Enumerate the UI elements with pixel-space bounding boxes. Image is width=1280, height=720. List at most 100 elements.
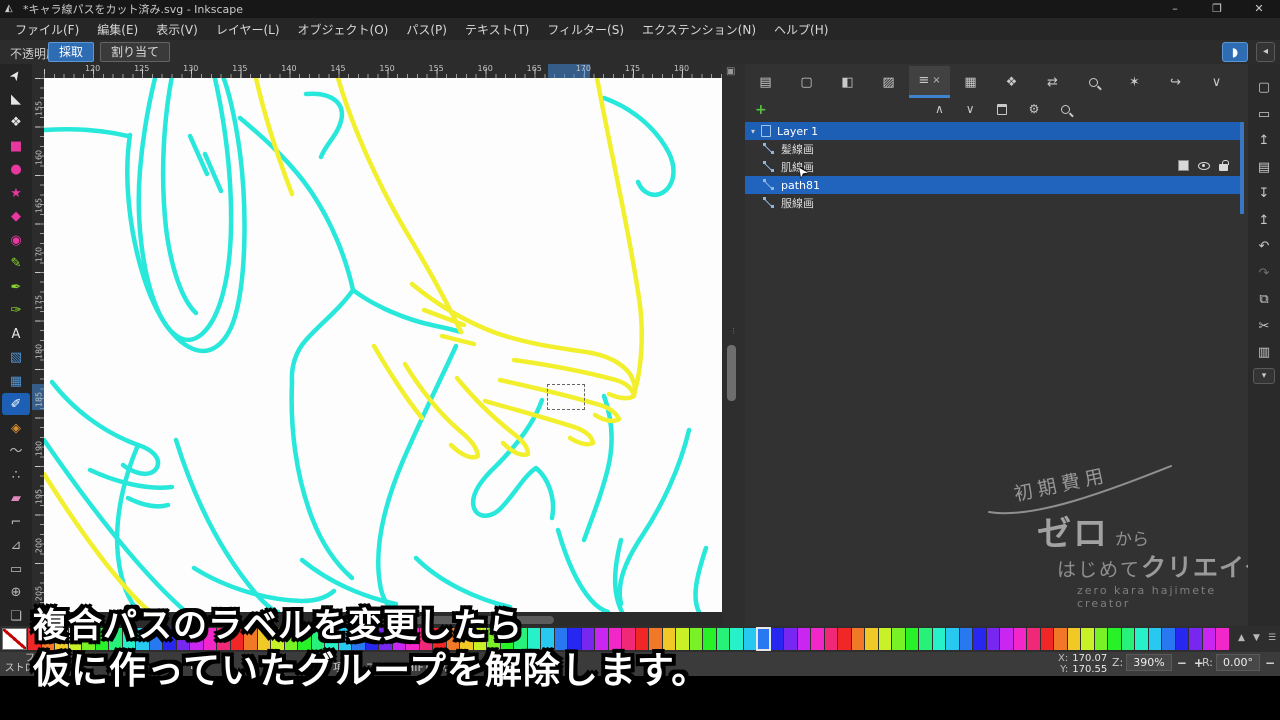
palette-swatch[interactable] <box>1027 628 1040 650</box>
rectangle-tool[interactable]: ■ <box>2 135 30 157</box>
palette-swatch[interactable] <box>851 628 864 650</box>
palette-swatch[interactable] <box>1054 628 1067 650</box>
palette-swatch[interactable] <box>905 628 918 650</box>
menu-item-テキスト[interactable]: テキスト(T) <box>456 19 538 40</box>
palette-swatch[interactable] <box>1175 628 1188 650</box>
cut-icon[interactable]: ✂ <box>1248 315 1280 339</box>
paste-icon[interactable]: ▥ <box>1248 341 1280 365</box>
shape-builder-tool[interactable]: ❖ <box>2 111 30 133</box>
tab-swatches[interactable]: ▦ <box>950 66 991 98</box>
canvas[interactable] <box>44 78 722 612</box>
layers-search-button[interactable] <box>1061 104 1071 114</box>
tab-symbols[interactable]: ✶ <box>1114 66 1155 98</box>
ellipse-tool[interactable]: ● <box>2 158 30 180</box>
palette-swatch[interactable] <box>878 628 891 650</box>
minimize-button[interactable]: – <box>1154 0 1196 18</box>
menu-item-フィルター[interactable]: フィルター(S) <box>538 19 633 40</box>
palette-swatch[interactable] <box>973 628 986 650</box>
snap-collapse-button[interactable]: ◂ <box>1256 42 1275 62</box>
tab-transform[interactable]: ⇄ <box>1032 66 1073 98</box>
dropper-tool[interactable]: ✐ <box>2 393 30 415</box>
horizontal-ruler[interactable]: 1201251301351401451501551601651701751801… <box>44 64 722 78</box>
palette-swatch[interactable] <box>1189 628 1202 650</box>
bucket-fill-tool[interactable]: ◈ <box>2 417 30 439</box>
spray-tool[interactable]: ∴ <box>2 464 30 486</box>
palette-swatch[interactable] <box>811 628 824 650</box>
eraser-tool[interactable]: ▰ <box>2 487 30 509</box>
tab-align[interactable]: ▤ <box>745 66 786 98</box>
palette-swatch[interactable] <box>716 628 729 650</box>
close-button[interactable]: ✕ <box>1238 0 1280 18</box>
tab-document-properties[interactable]: ▢ <box>786 66 827 98</box>
palette-swatch[interactable] <box>1135 628 1148 650</box>
lower-layer-button[interactable]: ∨ <box>966 102 975 116</box>
import-icon[interactable]: ↧ <box>1248 182 1280 206</box>
palette-scroll-down[interactable]: ▼ <box>1253 633 1260 643</box>
layers-list-scrollbar[interactable] <box>1240 122 1244 214</box>
gradient-tool[interactable]: ▧ <box>2 346 30 368</box>
palette-swatch[interactable] <box>919 628 932 650</box>
menu-item-エクステンション[interactable]: エクステンション(N) <box>633 19 765 40</box>
palette-swatch[interactable] <box>1108 628 1121 650</box>
print-icon[interactable]: ▤ <box>1248 156 1280 180</box>
page-tool[interactable]: ▭ <box>2 558 30 580</box>
export-icon[interactable]: ↥ <box>1248 209 1280 233</box>
box-3d-tool[interactable]: ◆ <box>2 205 30 227</box>
palette-swatch[interactable] <box>838 628 851 650</box>
layer-row-服線画[interactable]: 服線画 <box>745 194 1242 212</box>
save-icon[interactable]: ↥ <box>1248 129 1280 153</box>
palette-swatch[interactable] <box>1013 628 1026 650</box>
pencil-tool[interactable]: ✎ <box>2 252 30 274</box>
palette-swatch[interactable] <box>1000 628 1013 650</box>
tab-objects[interactable]: ❖ <box>991 66 1032 98</box>
palette-swatch[interactable] <box>743 628 756 650</box>
spiral-tool[interactable]: ◉ <box>2 229 30 251</box>
scroll-grip-icon[interactable]: ⋮ <box>730 328 737 335</box>
palette-swatch[interactable] <box>865 628 878 650</box>
menu-item-表示[interactable]: 表示(V) <box>147 19 207 40</box>
palette-swatch[interactable] <box>932 628 945 650</box>
pages-tool[interactable]: ❏ <box>2 605 30 627</box>
palette-swatch[interactable] <box>1162 628 1175 650</box>
undo-icon[interactable]: ↶ <box>1248 235 1280 259</box>
palette-swatch[interactable] <box>1081 628 1094 650</box>
measure-tool[interactable]: ⊿ <box>2 534 30 556</box>
palette-swatch[interactable] <box>1067 628 1080 650</box>
raise-layer-button[interactable]: ∧ <box>935 102 944 116</box>
palette-swatch[interactable] <box>784 628 797 650</box>
visibility-eye-icon[interactable] <box>1198 161 1210 170</box>
palette-swatch[interactable] <box>770 628 783 650</box>
palette-swatch[interactable] <box>1121 628 1134 650</box>
dropper-assign-button[interactable]: 割り当て <box>100 42 171 62</box>
calligraphy-tool[interactable]: ✑ <box>2 299 30 321</box>
mesh-gradient-tool[interactable]: ▦ <box>2 370 30 392</box>
layer-row-Layer 1[interactable]: ▾ Layer 1 <box>745 122 1242 140</box>
zoom-tool[interactable]: ⊕ <box>2 581 30 603</box>
vscroll-thumb[interactable] <box>727 345 736 401</box>
menu-item-ヘルプ[interactable]: ヘルプ(H) <box>765 19 837 40</box>
palette-swatch[interactable] <box>756 627 771 651</box>
tweak-tool[interactable]: 〜 <box>2 440 30 462</box>
palette-swatch[interactable] <box>946 628 959 650</box>
connector-tool[interactable]: ⌐ <box>2 511 30 533</box>
palette-swatch[interactable] <box>1040 628 1053 650</box>
tab-export[interactable]: ▨ <box>868 66 909 98</box>
palette-swatch[interactable] <box>1094 628 1107 650</box>
layer-expander[interactable]: ▾ <box>751 127 761 136</box>
new-document-icon[interactable]: ▢ <box>1248 76 1280 100</box>
selector-tool[interactable]: ➤ <box>2 64 30 86</box>
menu-item-ファイル[interactable]: ファイル(F) <box>6 19 88 40</box>
tab-layers[interactable]: ≡ × <box>909 66 950 98</box>
open-document-icon[interactable]: ▭ <box>1248 103 1280 127</box>
palette-swatch[interactable] <box>959 628 972 650</box>
close-dialog-icon[interactable]: × <box>932 75 940 86</box>
tab-find[interactable] <box>1073 66 1114 98</box>
star-tool[interactable]: ★ <box>2 182 30 204</box>
text-tool[interactable]: A <box>2 323 30 345</box>
palette-swatch[interactable] <box>986 628 999 650</box>
vertical-ruler[interactable]: 155 160 165 170 175 180 185 190 195 200 205 <box>32 78 44 628</box>
add-layer-button[interactable]: + <box>755 102 767 118</box>
layers-settings-button[interactable]: ⚙ <box>1029 102 1040 116</box>
commands-overflow[interactable]: ▾ <box>1253 367 1275 384</box>
tab-fill-stroke[interactable]: ◧ <box>827 66 868 98</box>
